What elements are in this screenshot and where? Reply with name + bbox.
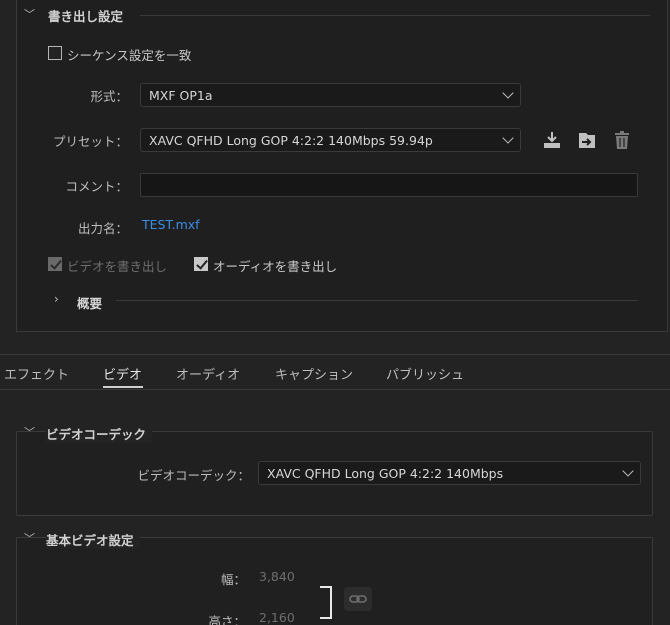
chevron-down-icon (502, 132, 514, 144)
collapse-chevron-icon[interactable]: ﹀ (24, 6, 35, 22)
divider (0, 354, 670, 355)
output-name-link[interactable]: TEST.mxf (142, 217, 200, 232)
tab-publish[interactable]: パブリッシュ (386, 364, 464, 383)
format-select[interactable]: MXF OP1a (140, 83, 521, 107)
tab-captions[interactable]: キャプション (275, 364, 353, 383)
export-video-label: ビデオを書き出し (67, 259, 168, 274)
output-name-label: 出力名： (77, 221, 128, 236)
basic-video-settings-group (16, 537, 653, 625)
height-label: 高さ： (208, 614, 246, 625)
basic-video-settings-title: 基本ビデオ設定 (46, 530, 140, 549)
export-audio-checkbox[interactable] (194, 257, 208, 271)
match-sequence-label: シーケンス設定を一致 (67, 48, 192, 63)
match-sequence-checkbox[interactable] (48, 46, 62, 60)
format-label: 形式： (90, 89, 128, 104)
preset-value: XAVC QFHD Long GOP 4:2:2 140Mbps 59.94p (149, 133, 433, 148)
tab-bar: エフェクト ビデオ オーディオ キャプション パブリッシュ (0, 356, 670, 390)
divider (140, 15, 650, 16)
save-preset-icon[interactable] (576, 129, 598, 151)
chevron-down-icon (622, 465, 634, 477)
summary-label[interactable]: 概要 (77, 293, 102, 312)
width-label: 幅： (220, 572, 246, 587)
import-preset-icon[interactable] (541, 129, 563, 151)
collapse-chevron-icon[interactable]: ﹀ (24, 530, 35, 546)
video-codec-label: ビデオコーデック： (137, 468, 250, 483)
collapse-chevron-icon[interactable]: ﹀ (24, 424, 35, 440)
video-codec-value: XAVC QFHD Long GOP 4:2:2 140Mbps (267, 466, 504, 481)
divider (116, 300, 638, 301)
comment-input[interactable] (140, 173, 638, 197)
tab-video[interactable]: ビデオ (103, 364, 142, 383)
preset-label: プリセット： (52, 134, 128, 149)
width-value[interactable]: 3,840 (259, 569, 295, 584)
chevron-down-icon (502, 87, 514, 99)
comment-label: コメント： (65, 179, 128, 194)
export-video-checkbox[interactable] (48, 257, 62, 271)
preset-select[interactable]: XAVC QFHD Long GOP 4:2:2 140Mbps 59.94p (140, 128, 521, 152)
height-value[interactable]: 2,160 (259, 610, 295, 625)
link-icon (349, 595, 367, 603)
delete-preset-icon[interactable] (611, 129, 633, 151)
export-audio-label: オーディオを書き出し (213, 259, 338, 274)
tab-audio[interactable]: オーディオ (176, 364, 240, 383)
tab-effects[interactable]: エフェクト (4, 364, 69, 383)
active-tab-indicator (103, 386, 143, 388)
expand-chevron-icon[interactable]: › (54, 292, 59, 306)
video-codec-select[interactable]: XAVC QFHD Long GOP 4:2:2 140Mbps (258, 461, 641, 485)
constrain-proportions-button[interactable] (344, 587, 372, 611)
video-codec-title: ビデオコーデック (46, 424, 153, 443)
export-settings-title: 書き出し設定 (48, 9, 124, 24)
format-value: MXF OP1a (149, 88, 213, 103)
link-bracket (320, 586, 332, 619)
